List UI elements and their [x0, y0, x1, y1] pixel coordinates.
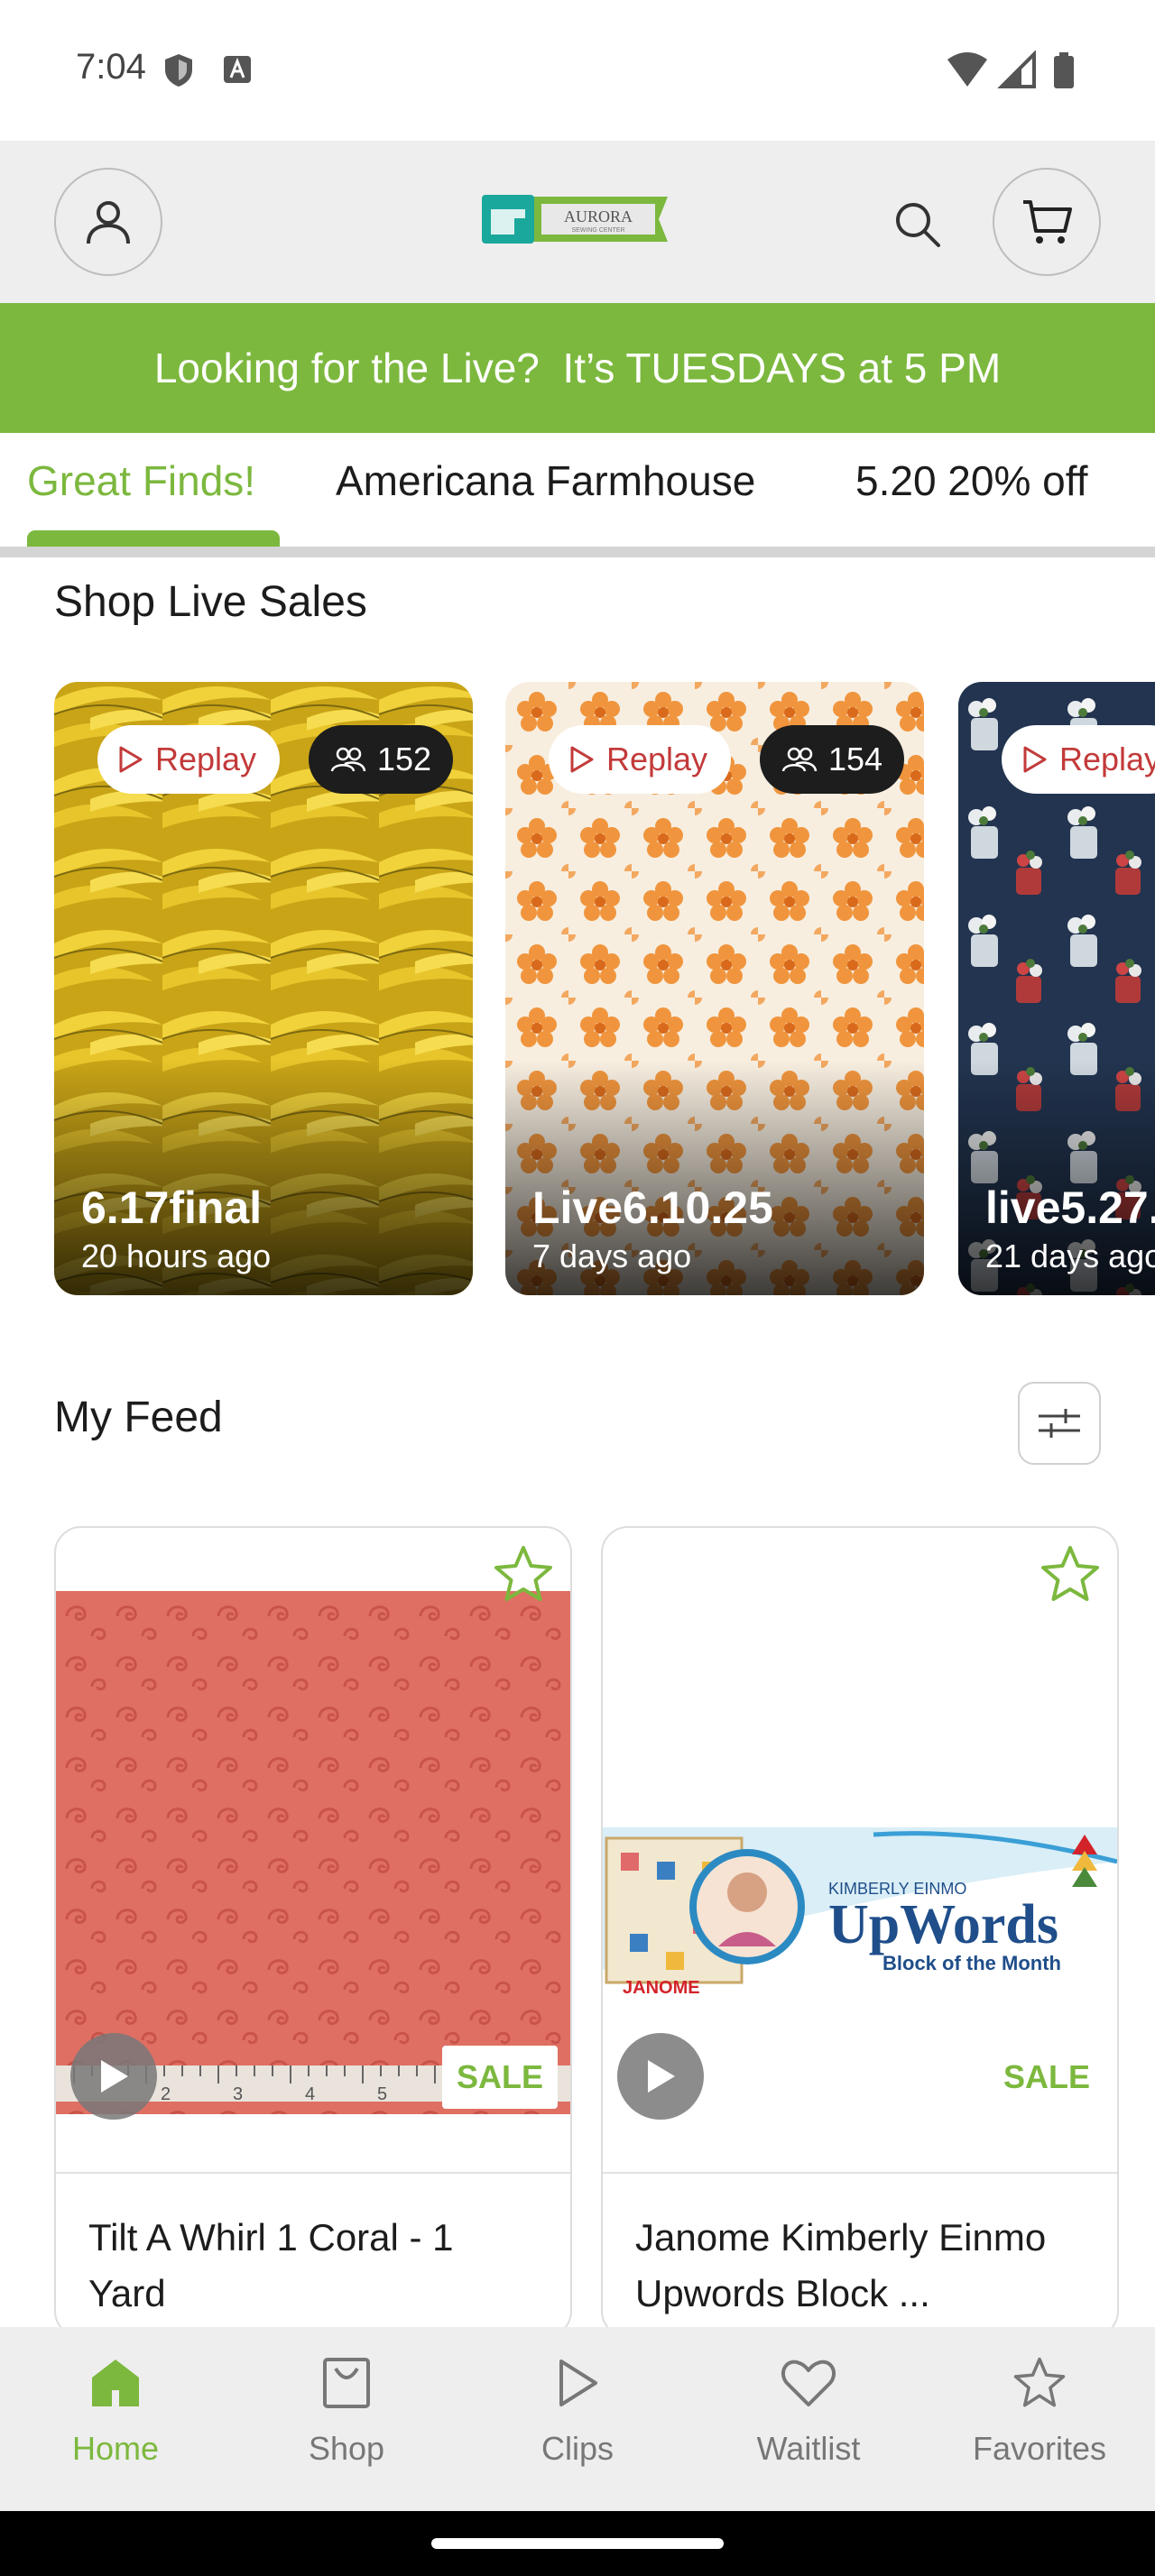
signal-icon — [997, 51, 1036, 88]
system-gesture-bar — [0, 2511, 1155, 2576]
play-icon — [101, 2060, 128, 2093]
replay-badge[interactable]: Replay — [549, 725, 732, 794]
cart-button[interactable] — [993, 168, 1101, 276]
nav-label: Clips — [541, 2430, 614, 2467]
sale-badge: SALE — [441, 2046, 558, 2109]
viewer-count-badge: 154 — [760, 725, 905, 794]
nav-label: Waitlist — [756, 2430, 861, 2467]
replay-label: Replay — [155, 741, 257, 777]
heart-icon — [781, 2360, 836, 2406]
live-sale-title: live5.27.25 — [985, 1182, 1155, 1233]
feed-filter-button[interactable] — [1018, 1382, 1101, 1465]
home-icon — [92, 2360, 139, 2406]
sale-badge: SALE — [988, 2046, 1104, 2109]
home-gesture-handle[interactable] — [431, 2538, 724, 2549]
play-video-button[interactable] — [617, 2033, 704, 2120]
play-icon — [648, 2060, 675, 2093]
nav-label: Home — [71, 2430, 160, 2467]
viewer-count: 154 — [828, 741, 883, 777]
battery-icon — [1054, 52, 1074, 88]
replay-label: Replay — [606, 741, 708, 777]
bag-icon — [323, 2358, 370, 2408]
status-bar: 7:04 — [0, 0, 1155, 141]
search-icon — [896, 203, 940, 247]
live-sale-time: 20 hours ago — [81, 1237, 272, 1274]
nav-home[interactable]: Home — [25, 2356, 206, 2468]
live-sale-card[interactable]: Replay 154 Live6.10.25 7 days ago — [505, 682, 924, 1295]
shield-icon — [165, 54, 192, 87]
play-video-button[interactable] — [70, 2033, 157, 2120]
favorite-star-icon[interactable] — [1038, 1542, 1103, 1607]
status-indicators — [947, 51, 1074, 88]
nav-favorites[interactable]: Favorites — [949, 2356, 1130, 2468]
product-name[interactable]: Tilt A Whirl 1 Coral - 1 Yard — [88, 2210, 540, 2322]
active-tab-indicator — [27, 530, 280, 547]
ruler-mark: 3 — [233, 2084, 243, 2104]
wifi-icon — [947, 52, 987, 87]
store-logo[interactable]: AURORA SEWING CENTER — [478, 188, 677, 251]
play-outline-icon — [570, 746, 594, 773]
logo-text: AURORA — [564, 207, 633, 225]
viewer-count: 152 — [377, 741, 432, 777]
live-schedule-banner[interactable]: Looking for the Live? It’s TUESDAYS at 5… — [0, 303, 1155, 433]
live-sale-card[interactable]: Replay live5.27.25 21 days ago — [958, 682, 1155, 1295]
sliders-icon — [1039, 1409, 1080, 1438]
replay-label: Replay — [1059, 741, 1155, 777]
ruler-mark: 4 — [305, 2084, 315, 2104]
logo-subtext: SEWING CENTER — [571, 227, 624, 234]
banner-subtitle: Block of the Month — [882, 1952, 1061, 1974]
star-icon — [1013, 2357, 1066, 2407]
viewers-icon — [330, 747, 366, 772]
replay-badge[interactable]: Replay — [1002, 725, 1155, 794]
category-tabs: Great Finds! Americana Farmhouse 5.20 20… — [0, 433, 1155, 557]
cart-icon — [1023, 200, 1072, 244]
status-time: 7:04 — [76, 47, 146, 87]
live-sale-time: 7 days ago — [532, 1237, 692, 1274]
product-image: 2 3 4 5 6 — [56, 1591, 570, 2114]
live-sales-title: Shop Live Sales — [54, 578, 367, 626]
app-header: AURORA SEWING CENTER — [0, 141, 1155, 303]
live-sales-carousel[interactable]: Replay 152 6.17final 20 hours ago Replay… — [0, 682, 1155, 1295]
tab-americana-farmhouse[interactable]: Americana Farmhouse — [336, 456, 755, 505]
product-card[interactable]: KIMBERLY EINMO UpWords Block of the Mont… — [601, 1526, 1119, 2338]
product-image: KIMBERLY EINMO UpWords Block of the Mont… — [603, 1591, 1117, 2114]
nav-shop[interactable]: Shop — [256, 2356, 437, 2468]
product-name[interactable]: Janome Kimberly Einmo Upwords Block ... — [635, 2210, 1086, 2322]
play-outline-icon — [119, 746, 143, 773]
banner-brand: JANOME — [623, 1978, 700, 1998]
ruler-mark: 2 — [161, 2084, 171, 2104]
nav-label: Favorites — [972, 2430, 1107, 2467]
tab-great-finds[interactable]: Great Finds! — [27, 456, 255, 505]
nav-clips[interactable]: Clips — [487, 2356, 668, 2468]
feed-title: My Feed — [54, 1394, 223, 1441]
ruler-mark: 5 — [377, 2084, 387, 2104]
live-sale-title: Live6.10.25 — [532, 1182, 773, 1233]
viewer-count-badge: 152 — [309, 725, 454, 794]
play-outline-icon — [1023, 746, 1047, 773]
accessibility-icon — [224, 56, 251, 83]
product-card[interactable]: 2 3 4 5 6 SALE Tilt A Whirl 1 Coral - 1 … — [54, 1526, 572, 2338]
nav-waitlist[interactable]: Waitlist — [718, 2356, 899, 2468]
banner-title: UpWords — [828, 1894, 1058, 1955]
nav-label: Shop — [308, 2430, 385, 2467]
viewers-icon — [781, 747, 818, 772]
replay-badge[interactable]: Replay — [97, 725, 281, 794]
tabs-divider — [0, 547, 1155, 557]
favorite-star-icon[interactable] — [491, 1542, 556, 1607]
bottom-navigation: Home Shop Clips Waitlist Favorites — [0, 2327, 1155, 2511]
live-sale-title: 6.17final — [81, 1182, 263, 1233]
user-icon — [87, 201, 130, 244]
account-button[interactable] — [54, 168, 162, 276]
live-sale-time: 21 days ago — [985, 1237, 1155, 1274]
live-sale-card[interactable]: Replay 152 6.17final 20 hours ago — [54, 682, 473, 1295]
tab-5-20-sale[interactable]: 5.20 20% off — [855, 456, 1087, 505]
search-button[interactable] — [884, 191, 949, 256]
play-icon — [559, 2360, 597, 2406]
